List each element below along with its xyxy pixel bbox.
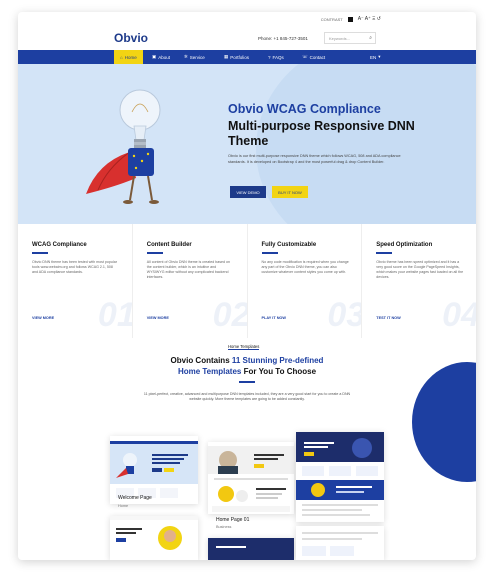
template-card-category: Business [216, 525, 232, 529]
chevron-down-icon: ▾ [378, 54, 381, 59]
feature-text: Obvio theme has been speed optimized and… [376, 260, 464, 279]
template-thumbnail [296, 432, 384, 522]
phone-number: Phone: +1 845-727-3501 [258, 36, 308, 41]
language-select[interactable]: EN ▾ [370, 50, 381, 64]
template-thumbnail [110, 516, 198, 560]
contrast-label: CONTRAST [320, 16, 343, 22]
feature-card: Fully Customizable No any code modificat… [247, 224, 363, 338]
utility-bar: CONTRAST A⁻ A⁺ Ξ ↺ [18, 12, 476, 26]
nav-item-home[interactable]: ⌂ Home [114, 50, 143, 64]
feature-text: All content of Obvio DNN theme is create… [146, 260, 231, 279]
template-card-title: Home Page 01 [216, 517, 250, 523]
feature-underline [376, 252, 393, 254]
nav-label: Home [124, 54, 137, 60]
language-label: EN [370, 54, 377, 60]
template-card-lower-left[interactable] [110, 516, 198, 560]
section-tag: Home Templates [228, 344, 260, 350]
feature-number: 01 [97, 296, 133, 334]
feature-card: Content Builder All content of Obvio DNN… [132, 224, 248, 338]
search-placeholder: Keywords... [329, 36, 350, 41]
view-demo-button[interactable]: VIEW DEMO [230, 186, 266, 198]
section-heading-line2: Home Templates For You To Choose [18, 367, 476, 376]
template-card-welcome[interactable] [110, 436, 198, 504]
template-card-dark[interactable] [296, 432, 384, 522]
feature-title: Speed Optimization [376, 242, 433, 248]
main-nav: ⌂ Home ▣ About ✲ Service ▦ Portfolios ? … [18, 50, 476, 64]
feature-title: Fully Customizable [261, 242, 317, 248]
nav-label: Contact [309, 54, 326, 60]
template-card-lower-right[interactable] [296, 526, 384, 560]
feature-text: No any code modification is required whe… [261, 260, 349, 274]
template-thumbnail [110, 436, 198, 504]
feature-link[interactable]: PLAY IT NOW [262, 316, 286, 320]
browser-frame: CONTRAST A⁻ A⁺ Ξ ↺ Obvio Phone: +1 845-7… [18, 12, 476, 560]
template-card-title: Welcome Page [118, 495, 152, 501]
template-thumbnail [296, 526, 384, 560]
heading-underline [239, 381, 255, 383]
nav-item-faqs[interactable]: ? FAQs [268, 50, 284, 64]
logo[interactable]: Obvio [114, 31, 148, 45]
nav-item-contact[interactable]: ☏ Contact [302, 50, 325, 64]
heading-highlight: Home Templates [177, 367, 242, 376]
template-card-category: Home [118, 504, 129, 508]
hero-section: Obvio WCAG Compliance Multi-purpose Resp… [18, 64, 476, 234]
contrast-toggle[interactable] [347, 16, 353, 22]
feature-title: Content Builder [146, 242, 192, 248]
feature-text: Obvio DNN theme has been tested with mos… [32, 260, 117, 274]
search-input[interactable]: Keywords... ⌕ [324, 32, 376, 44]
hero-background-shape [256, 64, 476, 234]
heading-highlight: 11 Stunning Pre-defined [231, 356, 324, 365]
template-thumbnail [208, 442, 294, 514]
heading-text: For You To Choose [241, 367, 317, 376]
feature-link[interactable]: VIEW MORE [32, 316, 54, 320]
template-card-home-01[interactable] [208, 442, 294, 514]
nav-label: Portfolios [230, 54, 250, 60]
feature-card: Speed Optimization Obvio theme has been … [362, 224, 476, 338]
feature-link[interactable]: VIEW MORE [147, 316, 169, 320]
template-thumbnail [208, 538, 294, 560]
feature-number: 02 [212, 296, 248, 334]
nav-label: FAQs [272, 54, 284, 60]
section-description: 11 pixel-perfect, creative, advanced and… [143, 392, 351, 401]
search-icon[interactable]: ⌕ [369, 35, 372, 41]
template-card-lower-mid[interactable] [208, 538, 294, 560]
logo-text: Obvio [114, 31, 149, 45]
feature-number: 03 [327, 296, 363, 334]
nav-label: About [158, 54, 171, 60]
font-size-controls[interactable]: A⁻ A⁺ Ξ ↺ [358, 16, 381, 22]
buy-now-button[interactable]: BUY IT NOW [272, 186, 308, 198]
feature-title: WCAG Compliance [32, 242, 87, 248]
feature-underline [146, 252, 163, 254]
gear-icon: ✲ [184, 54, 188, 59]
question-icon: ? [268, 54, 271, 60]
phone-icon: ☏ [302, 54, 308, 59]
site-header: Obvio Phone: +1 845-727-3501 Keywords...… [18, 28, 476, 50]
hero-description: Obvio is our first multi-purpose respons… [228, 154, 401, 164]
nav-item-portfolios[interactable]: ▦ Portfolios [224, 50, 249, 64]
grid-icon: ▦ [224, 54, 229, 59]
feature-link[interactable]: TEST IT NOW [376, 316, 400, 320]
nav-item-about[interactable]: ▣ About [152, 50, 170, 64]
features-row: WCAG Compliance Obvio DNN theme has been… [18, 224, 476, 338]
decorative-circle [412, 362, 476, 482]
info-icon: ▣ [152, 54, 157, 59]
home-icon: ⌂ [120, 54, 123, 60]
nav-label: Service [189, 54, 205, 60]
feature-underline [32, 252, 48, 254]
feature-card: WCAG Compliance Obvio DNN theme has been… [18, 224, 133, 338]
feature-underline [261, 252, 278, 254]
hero-subtitle: Multi-purpose Responsive DNN Theme [228, 119, 415, 148]
hero-title: Obvio WCAG Compliance [228, 102, 381, 116]
feature-number: 04 [442, 296, 476, 334]
lightbulb-illustration [86, 89, 161, 204]
heading-text: Obvio Contains [170, 356, 232, 365]
section-heading: Obvio Contains 11 Stunning Pre-defined [18, 356, 476, 365]
nav-item-service[interactable]: ✲ Service [184, 50, 205, 64]
